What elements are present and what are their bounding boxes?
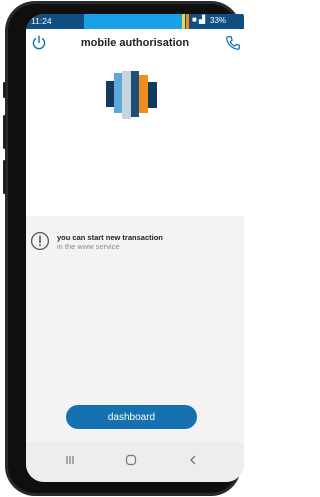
status-bar: 11:24 ■ ▟ 33%: [26, 14, 244, 29]
android-nav-bar: [26, 442, 244, 482]
app-bar: mobile authorisation: [26, 29, 244, 57]
phone-icon[interactable]: [224, 34, 242, 52]
brand-logo: [106, 71, 157, 119]
page-title: mobile authorisation: [80, 37, 190, 49]
status-time: 11:24: [31, 16, 52, 26]
home-icon[interactable]: [125, 454, 137, 466]
status-bar-stripe: [186, 14, 189, 29]
screen: 11:24 ■ ▟ 33% mobile authorisation you c…: [26, 14, 244, 482]
back-icon[interactable]: [187, 454, 199, 466]
battery-level: 33%: [210, 16, 227, 25]
recent-apps-icon[interactable]: [64, 454, 76, 466]
message-subtitle: in the www service: [57, 242, 120, 251]
side-button-volume-down: [3, 160, 6, 194]
status-bar-highlight: [84, 14, 182, 29]
dashboard-button[interactable]: dashboard: [66, 405, 197, 429]
side-button-volume-up: [3, 115, 6, 149]
side-button-top: [3, 82, 6, 98]
status-bar-stripe: [182, 14, 185, 29]
signal-icon: ■ ▟: [192, 15, 206, 24]
message-title: you can start new transaction: [57, 233, 163, 242]
info-icon: [30, 231, 50, 251]
